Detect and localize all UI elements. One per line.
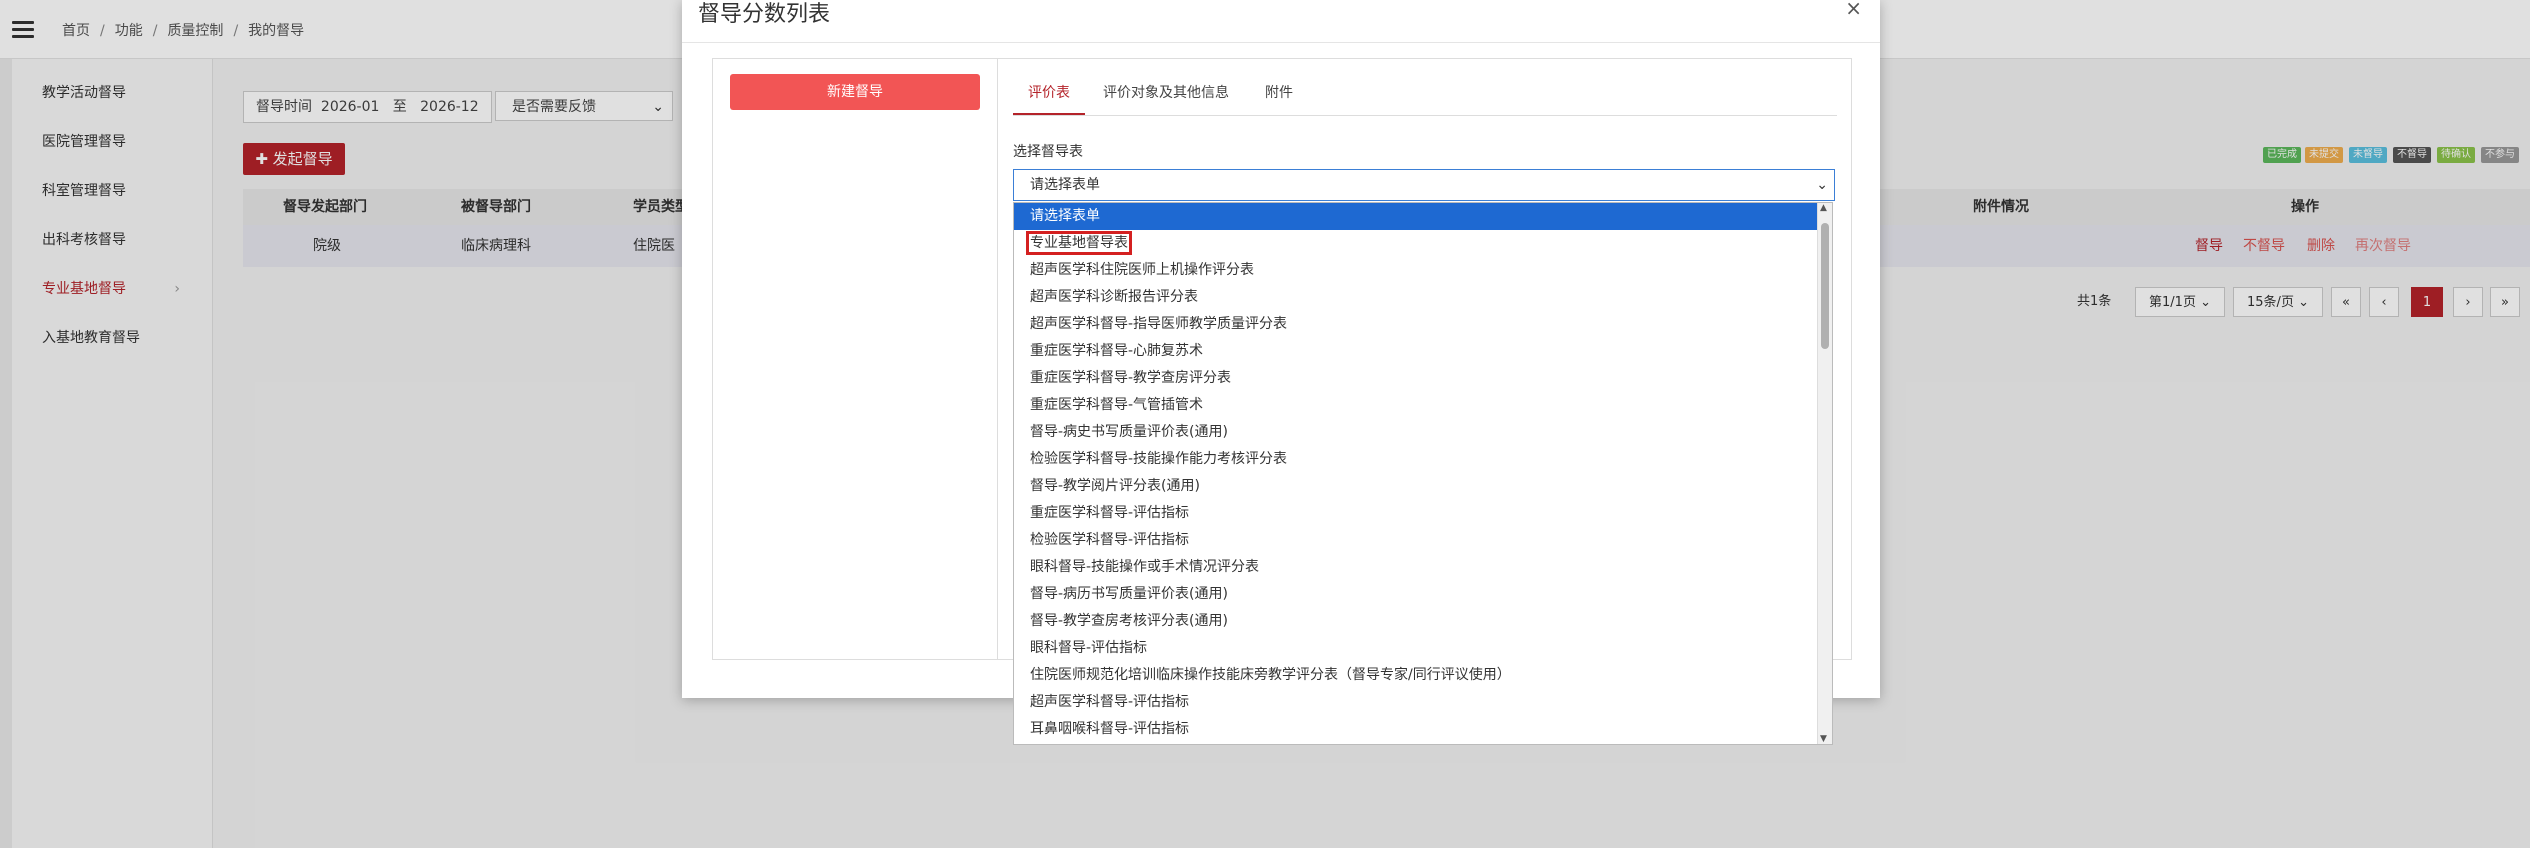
dropdown-option-label: 眼科督导-评估指标 — [1030, 640, 1148, 656]
dropdown-option[interactable]: 重症医学科督导-心肺复苏术 — [1014, 338, 1832, 365]
dropdown-option[interactable]: 住院医师规范化培训临床操作技能床旁教学评分表（督导专家/同行评议使用） — [1014, 662, 1832, 689]
tab-attachment[interactable]: 附件 — [1265, 73, 1293, 113]
new-supervision-button[interactable]: 新建督导 — [730, 74, 980, 110]
modal-tabs: 评价表 评价对象及其他信息 附件 — [1013, 73, 1837, 116]
dropdown-option[interactable]: 请选择表单 — [1014, 203, 1832, 230]
dropdown-option-label: 检验医学科督导-评估指标 — [1030, 532, 1190, 548]
close-icon[interactable]: × — [1845, 0, 1862, 20]
form-select[interactable]: 请选择表单 ⌄ — [1013, 169, 1835, 201]
scroll-down-icon[interactable]: ▼ — [1820, 734, 1827, 744]
dropdown-option-label: 检验医学科督导-技能操作能力考核评分表 — [1030, 451, 1288, 467]
dropdown-option-label: 重症医学科督导-气管插管术 — [1030, 397, 1204, 413]
dropdown-option-label: 耳鼻咽喉科督导-评估指标 — [1030, 721, 1190, 737]
scroll-thumb[interactable] — [1821, 223, 1829, 349]
chevron-down-icon: ⌄ — [1816, 177, 1828, 193]
dropdown-option-label: 督导-教学查房考核评分表(通用) — [1030, 613, 1228, 629]
dropdown-option[interactable]: 超声医学科督导-指导医师教学质量评分表 — [1014, 311, 1832, 338]
dropdown-option[interactable]: 专业基地督导表 — [1014, 230, 1832, 257]
supervision-list-panel: 新建督导 — [713, 59, 998, 659]
dropdown-option[interactable]: 眼科督导-技能操作或手术情况评分表 — [1014, 554, 1832, 581]
dropdown-option-label: 重症医学科督导-评估指标 — [1030, 505, 1190, 521]
dropdown-option[interactable]: 眼科督导-评估指标 — [1014, 635, 1832, 662]
dropdown-option-label: 眼科督导-技能操作或手术情况评分表 — [1030, 559, 1260, 575]
dropdown-option[interactable]: 督导-教学阅片评分表(通用) — [1014, 473, 1832, 500]
tab-evaluation-form[interactable]: 评价表 — [1013, 73, 1085, 115]
dropdown-option[interactable]: 超声医学科督导-评估指标 — [1014, 689, 1832, 716]
dropdown-option[interactable]: 检验医学科督导-技能操作能力考核评分表 — [1014, 446, 1832, 473]
dropdown-option[interactable]: 超声医学科诊断报告评分表 — [1014, 284, 1832, 311]
modal-header: 督导分数列表 × — [682, 0, 1880, 43]
dropdown-option-label: 督导-教学阅片评分表(通用) — [1030, 478, 1200, 494]
dropdown-option-label: 重症医学科督导-心肺复苏术 — [1030, 343, 1204, 359]
dropdown-option[interactable]: 重症医学科督导-气管插管术 — [1014, 392, 1832, 419]
form-select-dropdown: 请选择表单专业基地督导表超声医学科住院医师上机操作评分表 超声医学科诊断报告评分表… — [1013, 202, 1833, 745]
dropdown-option[interactable]: 督导-教学查房考核评分表(通用) — [1014, 608, 1832, 635]
dropdown-option[interactable]: 督导-病历书写质量评价表(通用) — [1014, 581, 1832, 608]
scroll-up-icon[interactable]: ▲ — [1820, 203, 1827, 213]
dropdown-option-label: 超声医学科住院医师上机操作评分表 — [1030, 262, 1254, 278]
dropdown-option-label: 超声医学科诊断报告评分表 — [1030, 289, 1198, 305]
dropdown-option-label: 超声医学科督导-指导医师教学质量评分表 — [1030, 316, 1288, 332]
select-form-label: 选择督导表 — [1013, 144, 1083, 160]
dropdown-option-label: 超声医学科督导-评估指标 — [1030, 694, 1190, 710]
dropdown-options: 请选择表单专业基地督导表超声医学科住院医师上机操作评分表 超声医学科诊断报告评分表… — [1014, 203, 1832, 743]
dropdown-option-label: 住院医师规范化培训临床操作技能床旁教学评分表（督导专家/同行评议使用） — [1030, 667, 1511, 683]
dropdown-option[interactable]: 超声医学科住院医师上机操作评分表 — [1014, 257, 1832, 284]
dropdown-option[interactable]: 检验医学科督导-评估指标 — [1014, 527, 1832, 554]
dropdown-option-label: 专业基地督导表 — [1026, 231, 1132, 255]
dropdown-option[interactable]: 重症医学科督导-评估指标 — [1014, 500, 1832, 527]
modal-title: 督导分数列表 — [698, 2, 831, 27]
dropdown-option-label: 督导-病史书写质量评价表(通用) — [1030, 424, 1228, 440]
dropdown-option-label: 请选择表单 — [1030, 208, 1100, 224]
dropdown-option[interactable]: 重症医学科督导-教学查房评分表 — [1014, 365, 1832, 392]
dropdown-option[interactable]: 督导-病史书写质量评价表(通用) — [1014, 419, 1832, 446]
dropdown-option[interactable]: 耳鼻咽喉科督导-评估指标 — [1014, 716, 1832, 743]
tab-evaluation-target[interactable]: 评价对象及其他信息 — [1103, 73, 1229, 113]
dropdown-option-label: 重症医学科督导-教学查房评分表 — [1030, 370, 1232, 386]
dropdown-scrollbar[interactable]: ▲ ▼ — [1817, 203, 1832, 744]
dropdown-option-label: 督导-病历书写质量评价表(通用) — [1030, 586, 1228, 602]
